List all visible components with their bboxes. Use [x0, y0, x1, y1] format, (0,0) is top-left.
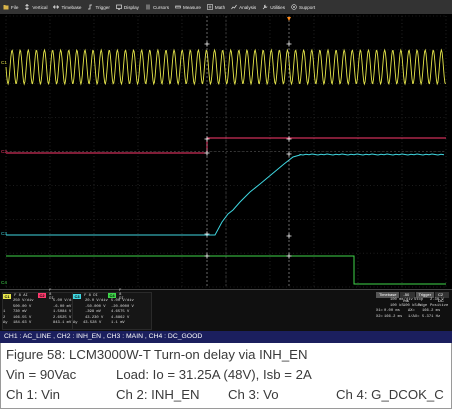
timebase-icon	[53, 5, 60, 9]
ch3-badge: C3	[73, 293, 82, 299]
trace-ch3	[6, 153, 445, 236]
menu-file-label: File	[11, 4, 19, 10]
menu-measure-label: Measure	[183, 4, 201, 10]
x2-value: 166.2 ms	[384, 314, 403, 319]
trigger-position-icon	[287, 17, 291, 21]
menu-support[interactable]: Support	[289, 1, 318, 13]
measure-icon	[175, 5, 181, 9]
ch3-header: F 8 DI	[84, 294, 98, 298]
menu-toolbar: File Vertical Timebase Trigger Display C…	[0, 0, 452, 14]
menu-utilities[interactable]: Utilities	[260, 1, 288, 13]
graticule-grid	[5, 15, 447, 288]
inv-dx-value: 5.371 Hz	[422, 314, 441, 319]
ch4-dy: 1.1 mV	[111, 321, 125, 326]
timebase-trigger-panel[interactable]: Timebase -50 ms Trigger C2 DC 100 ms/div…	[376, 292, 450, 330]
ch3-level-tag[interactable]: C3	[1, 231, 7, 236]
menu-analysis[interactable]: Analysis	[229, 1, 259, 13]
ch4-badge: C4	[108, 292, 117, 298]
ch3-dy: 43.528 V	[83, 321, 102, 326]
menu-trigger-label: Trigger	[95, 4, 110, 10]
utilities-icon	[262, 4, 268, 10]
cursors-icon	[146, 4, 150, 10]
ch1-level-tag[interactable]: C1	[1, 60, 7, 65]
caption-channels: Ch 1: Vin Ch 2: INH_EN Ch 3: Vo Ch 4: G_…	[6, 385, 446, 405]
folder-icon	[3, 5, 9, 10]
menu-math-label: Math	[214, 4, 226, 10]
caption-ch1: Ch 1: Vin	[6, 387, 61, 402]
caption-ch3: Ch 3: Vo	[228, 387, 279, 402]
caption-vin: Vin = 90Vac	[6, 367, 77, 382]
menu-vertical-label: Vertical	[32, 4, 48, 10]
menu-timebase-label: Timebase	[61, 4, 82, 10]
ch2-level-tag[interactable]: C2	[1, 149, 7, 154]
caption-title: Figure 58: LCM3000W-T Turn-on delay via …	[6, 347, 308, 362]
caption-load: Load: Io = 31.25A (48V), Isb = 2A	[116, 367, 312, 382]
ch1-dy: 184.63 V	[13, 321, 32, 326]
math-icon	[207, 4, 213, 10]
ch4-level-tag[interactable]: C4	[1, 280, 7, 285]
menu-display-label: Display	[123, 4, 139, 10]
display-icon	[116, 4, 122, 10]
figure-caption: Figure 58: LCM3000W-T Turn-on delay via …	[0, 343, 452, 409]
trigger-icon	[88, 4, 93, 10]
menu-measure[interactable]: Measure	[173, 1, 204, 13]
menu-support-label: Support	[299, 4, 316, 10]
channel-readouts: C1 F 8 AI 250 V/div 5.00 V/div 500.00 V -6…	[0, 289, 452, 331]
menu-vertical[interactable]: Vertical	[22, 1, 50, 13]
menu-timebase[interactable]: Timebase	[51, 1, 84, 13]
ch3-row-label: Δy	[73, 321, 78, 326]
menu-cursors-label: Cursors	[152, 4, 170, 10]
menu-display[interactable]: Display	[114, 1, 142, 13]
readout-ch3[interactable]: C3 F 8 DI 20.0 V/div 5.00 V/div -50.000 V…	[72, 292, 152, 330]
ch1-header: F 8 AI	[14, 294, 28, 298]
ch2-badge: C2	[38, 292, 47, 298]
ch4-header: F 8 DI	[119, 289, 124, 301]
ch1-row-label: Δy	[3, 321, 8, 326]
x2-label: X2=	[376, 314, 383, 319]
caption-conditions: Vin = 90Vac Load: Io = 31.25A (48V), Isb…	[6, 365, 446, 385]
menu-trigger[interactable]: Trigger	[85, 1, 112, 13]
menu-analysis-label: Analysis	[239, 4, 257, 10]
vertical-icon	[25, 4, 30, 10]
ch2-header: F 8 DI	[49, 289, 54, 301]
channel-legend: CH1 : AC_LINE , CH2 : INH_EN , CH3 : MAI…	[0, 331, 452, 343]
support-icon	[291, 4, 297, 10]
caption-ch2: Ch 2: INH_EN	[116, 387, 200, 402]
ch2-dy: 843.1 mV	[53, 321, 72, 326]
analysis-icon	[231, 4, 237, 10]
menu-math[interactable]: Math	[205, 1, 228, 13]
caption-ch4: Ch 4: G_DCOK_C	[336, 387, 444, 402]
waveform-display[interactable]: C1 C2 C3 C4	[0, 14, 452, 289]
menu-file[interactable]: File	[1, 1, 21, 13]
menu-cursors[interactable]: Cursors	[143, 1, 172, 13]
ch1-badge: C1	[3, 293, 12, 299]
waveform-canvas	[5, 15, 447, 288]
inv-dx-label: 1/ΔX=	[408, 314, 420, 319]
menu-utilities-label: Utilities	[270, 4, 286, 10]
